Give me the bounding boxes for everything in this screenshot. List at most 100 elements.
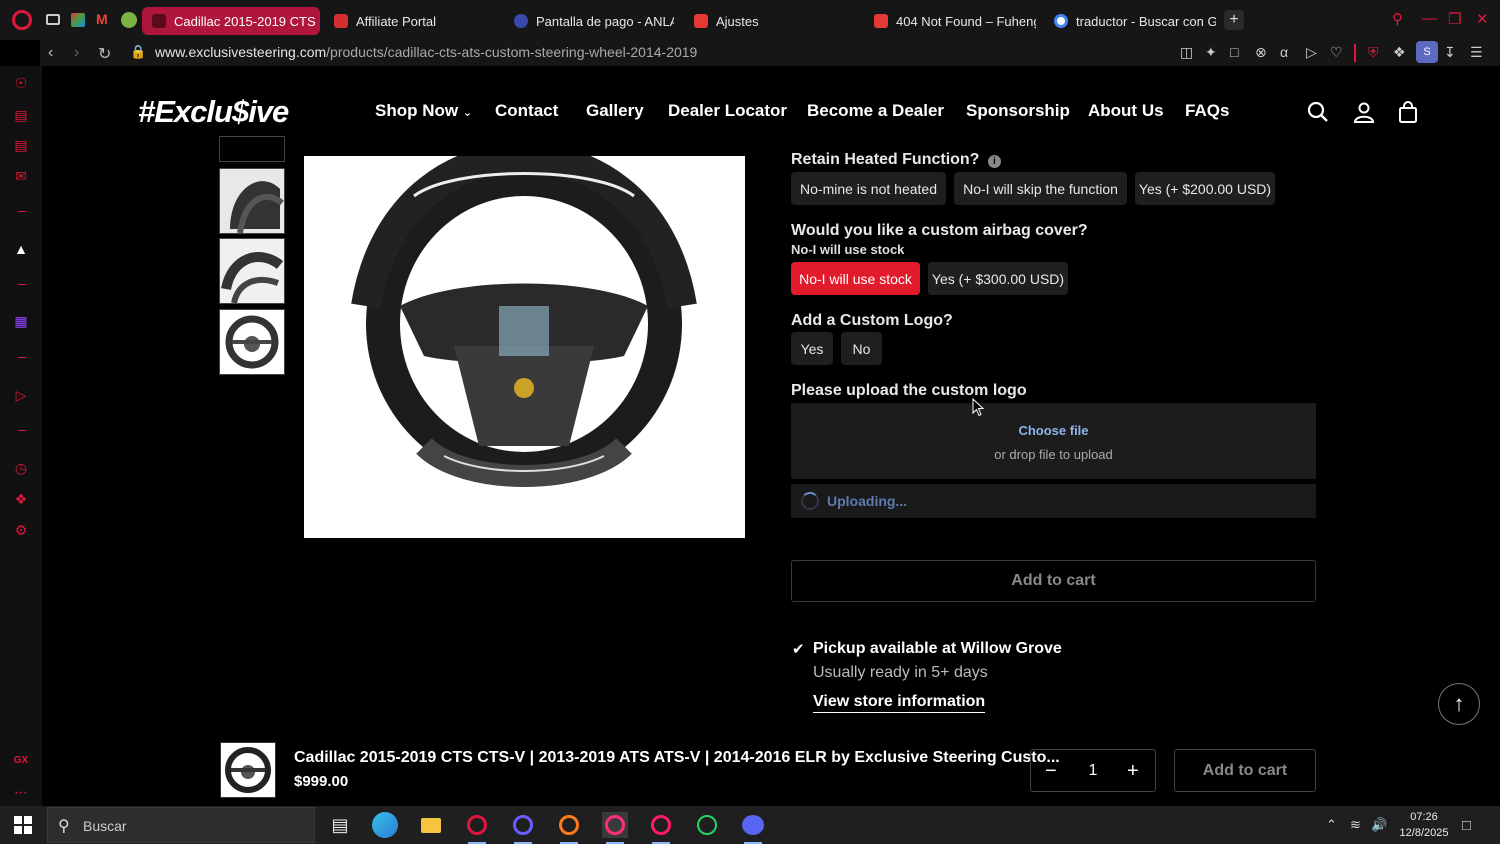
extensions-sidebar-icon[interactable]: ❖ <box>12 490 30 508</box>
pin-icon[interactable]: ✦ <box>1205 44 1217 61</box>
player-icon[interactable]: ▷ <box>1306 44 1317 61</box>
heated-option-not-heated[interactable]: No-mine is not heated <box>791 172 946 205</box>
lock-icon: 🔒 <box>130 44 147 59</box>
custom-logo-no[interactable]: No <box>841 332 882 365</box>
nav-shop-now[interactable]: Shop Now ⌄ <box>375 101 472 121</box>
custom-logo-yes[interactable]: Yes <box>791 332 833 365</box>
history-icon[interactable]: ◷ <box>12 459 30 477</box>
download-icon[interactable]: ↧ <box>1444 44 1456 61</box>
extensions-icon[interactable]: ❖ <box>1393 44 1406 61</box>
taskbar-search[interactable]: ⚲ Buscar <box>47 807 315 843</box>
arc-icon[interactable]: ▲ <box>12 240 30 258</box>
nav-gallery[interactable]: Gallery <box>586 101 644 121</box>
nav-sponsorship[interactable]: Sponsorship <box>966 101 1070 121</box>
notifications-icon[interactable]: □ <box>1462 817 1471 834</box>
tab-affiliate-portal[interactable]: Affiliate Portal <box>324 7 494 35</box>
gmail-icon[interactable]: M <box>96 11 108 27</box>
heated-label-text: Retain Heated Function? <box>791 151 980 168</box>
add-to-cart-button[interactable]: Add to cart <box>791 560 1316 602</box>
restore-icon[interactable]: ❐ <box>1448 10 1461 28</box>
tab-cadillac[interactable]: Cadillac 2015-2019 CTS C <box>142 7 320 35</box>
nav-about-us[interactable]: About Us <box>1088 101 1164 121</box>
whatsapp-icon[interactable] <box>694 812 720 838</box>
taskbar-search-placeholder: Buscar <box>83 818 127 834</box>
adblock-icon[interactable]: ⊗ <box>1255 44 1267 61</box>
site-logo[interactable]: #Exclu$ive <box>138 94 289 130</box>
minimize-icon[interactable]: — <box>1422 10 1437 27</box>
new-tab-icon[interactable]: + <box>1224 10 1244 30</box>
opera-magenta-icon[interactable] <box>648 812 674 844</box>
sticky-cart-bar: Cadillac 2015-2019 CTS CTS-V | 2013-2019… <box>220 742 1320 799</box>
nav-faqs[interactable]: FAQs <box>1185 101 1229 121</box>
taskbar-clock[interactable]: 07:26 12/8/2025 <box>1396 809 1452 841</box>
workspace-icon[interactable] <box>71 13 85 27</box>
tab-islands-icon[interactable] <box>46 14 60 25</box>
volume-icon[interactable]: 🔊 <box>1371 817 1387 833</box>
vpn-shield-icon[interactable]: ⛨ <box>1368 44 1379 61</box>
discord-icon[interactable] <box>740 812 766 844</box>
translate-icon[interactable]: α <box>1280 44 1288 60</box>
product-thumbnail[interactable] <box>219 238 285 304</box>
opera-icon[interactable] <box>510 812 536 844</box>
player-sidebar-icon[interactable]: ▷ <box>12 386 30 404</box>
product-thumbnail[interactable] <box>219 309 285 375</box>
windows-start-icon[interactable] <box>14 816 32 834</box>
tab-label: Affiliate Portal <box>356 13 436 29</box>
opera-pink-icon[interactable] <box>602 812 628 844</box>
favorite-icon[interactable]: ♡ <box>1330 44 1343 61</box>
opera-orange-icon[interactable] <box>556 812 582 844</box>
refresh-ext-icon[interactable] <box>121 12 137 28</box>
nav-contact[interactable]: Contact <box>495 101 558 121</box>
heated-option-yes[interactable]: Yes (+ $200.00 USD) <box>1135 172 1275 205</box>
tab-404-not-found[interactable]: 404 Not Found – Fuheng <box>864 7 1036 35</box>
product-thumbnail[interactable] <box>219 168 285 234</box>
easy-setup-icon[interactable]: ☰ <box>1470 44 1483 61</box>
snapshot-icon[interactable]: □ <box>1230 44 1238 60</box>
profile-avatar[interactable]: S <box>1416 41 1438 63</box>
wheel-thumb-image <box>220 169 284 233</box>
account-icon[interactable] <box>1352 100 1376 124</box>
heated-option-skip[interactable]: No-I will skip the function <box>954 172 1127 205</box>
airbag-option-yes[interactable]: Yes (+ $300.00 USD) <box>928 262 1068 295</box>
tab-search-icon[interactable]: ⚲ <box>1392 10 1403 28</box>
file-explorer-icon[interactable] <box>418 812 444 838</box>
mail-icon[interactable]: ✉ <box>12 167 30 185</box>
reload-icon[interactable]: ↻ <box>98 44 111 64</box>
choose-file-button[interactable]: Choose file <box>791 423 1316 438</box>
back-icon[interactable]: ‹ <box>48 44 53 62</box>
gx-icon[interactable]: GX <box>12 752 30 770</box>
nav-dealer-locator[interactable]: Dealer Locator <box>668 101 787 121</box>
view-store-info-link[interactable]: View store information <box>813 693 986 713</box>
settings-gear-icon[interactable]: ⚙ <box>12 521 30 539</box>
sticky-add-to-cart-button[interactable]: Add to cart <box>1174 749 1316 792</box>
forward-icon[interactable]: › <box>74 44 79 62</box>
tab-ajustes[interactable]: Ajustes <box>684 7 854 35</box>
split-view-icon[interactable]: ◫ <box>1180 44 1193 61</box>
aria-icon[interactable]: ☉ <box>12 74 30 92</box>
bookmark-icon[interactable]: ▤ <box>12 136 30 154</box>
nav-become-a-dealer[interactable]: Become a Dealer <box>807 101 944 121</box>
increase-quantity-button[interactable]: + <box>1127 760 1139 783</box>
chevron-up-icon[interactable]: ⌃ <box>1326 817 1337 833</box>
edge-icon[interactable] <box>372 812 398 838</box>
wifi-icon[interactable]: ≋ <box>1350 817 1361 833</box>
info-icon[interactable]: i <box>987 155 1001 168</box>
task-view-icon[interactable]: ▤ <box>327 812 353 838</box>
close-icon[interactable]: ✕ <box>1476 10 1489 28</box>
file-drop-zone[interactable]: Choose file or drop file to upload <box>791 403 1316 479</box>
tab-pantalla-de-pago[interactable]: Pantalla de pago - ANLAN <box>504 7 674 35</box>
opera-gx-icon[interactable] <box>464 812 490 844</box>
shopping-icon[interactable]: ▤ <box>12 106 30 124</box>
tab-traductor[interactable]: traductor - Buscar con Go <box>1044 7 1216 35</box>
product-main-image[interactable] <box>304 156 745 538</box>
twitch-icon[interactable]: ▦ <box>12 312 30 330</box>
search-icon[interactable] <box>1306 100 1330 124</box>
product-thumbnail[interactable] <box>219 136 285 162</box>
more-icon[interactable]: ⋯ <box>12 783 30 801</box>
opera-menu-icon[interactable] <box>12 10 32 30</box>
custom-logo-label: Add a Custom Logo? <box>791 312 953 329</box>
cart-icon[interactable] <box>1396 100 1420 124</box>
scroll-to-top-button[interactable]: ↑ <box>1438 683 1480 725</box>
airbag-option-stock[interactable]: No-I will use stock <box>791 262 920 295</box>
url-field[interactable]: www.exclusivesteering.com/products/cadil… <box>155 44 697 60</box>
